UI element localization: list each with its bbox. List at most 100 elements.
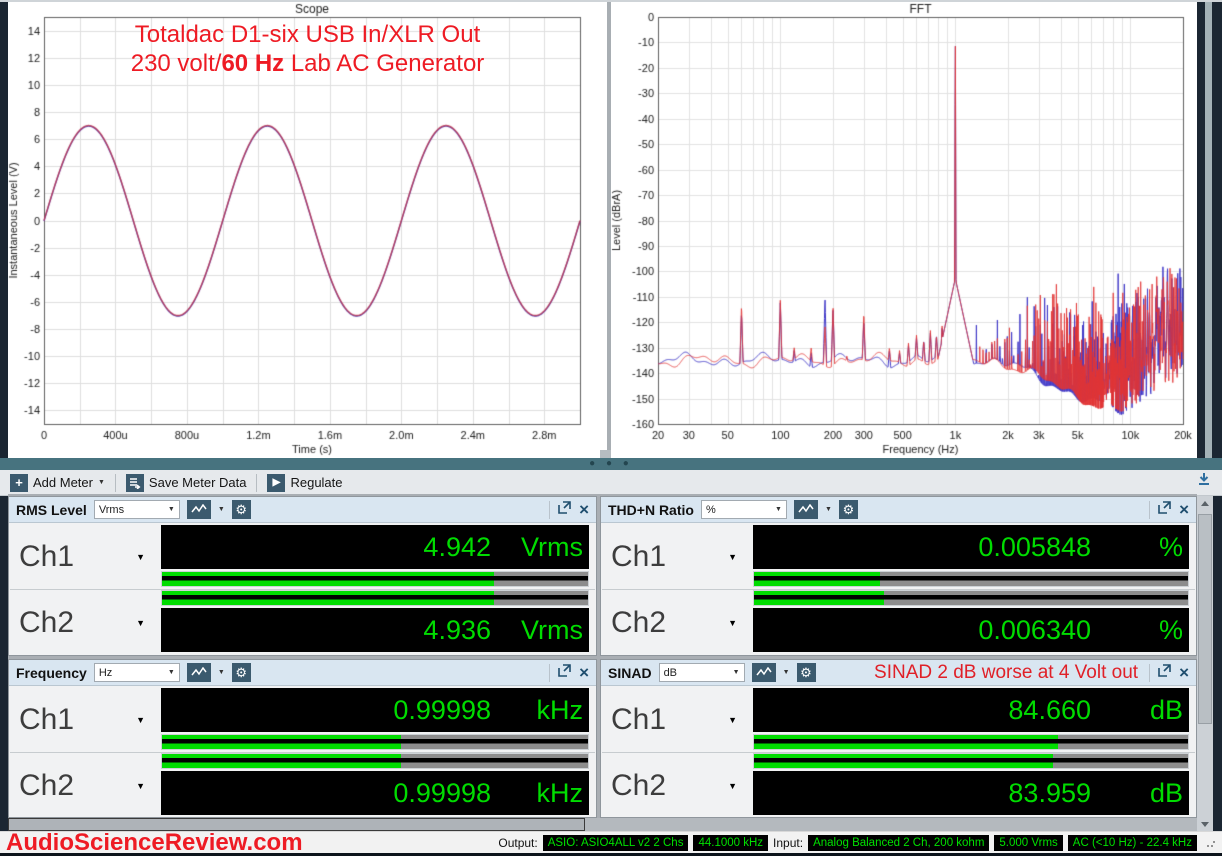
gear-icon[interactable]: ⚙ xyxy=(797,663,816,682)
meter-horizontal-scrollbar[interactable] xyxy=(8,818,1197,831)
popout-icon[interactable] xyxy=(557,663,572,683)
gear-icon[interactable]: ⚙ xyxy=(232,500,251,519)
meter-bar xyxy=(753,734,1189,750)
chart-view-button[interactable] xyxy=(752,663,776,682)
unit-dropdown[interactable]: Vrms▼ xyxy=(94,500,180,519)
dock-panel-icon[interactable] xyxy=(1197,472,1211,486)
play-icon: ▶ xyxy=(267,474,285,492)
chart-view-button[interactable] xyxy=(187,663,211,682)
unit-dropdown[interactable]: %▼ xyxy=(701,500,787,519)
meter-panel-sinad: SINAD dB▼ ▼ ⚙ SINAD 2 dB worse at 4 Volt… xyxy=(600,659,1197,818)
output-device-badge[interactable]: ASIO: ASIO4ALL v2 2 Chs xyxy=(543,835,689,851)
meter-readout: 84.660dB xyxy=(753,688,1189,732)
sample-rate-badge[interactable]: 44.1000 kHz xyxy=(693,835,768,851)
plus-icon: + xyxy=(10,474,28,492)
window-right-edge xyxy=(1205,2,1212,458)
splitter-grip-dots: ● ● ● xyxy=(0,458,1222,470)
meter-readout: 4.936Vrms xyxy=(161,608,589,652)
channel-row: Ch1▼ 0.005848% xyxy=(601,523,1196,589)
scope-plot-canvas xyxy=(8,2,607,458)
sinad-header: SINAD dB▼ ▼ ⚙ SINAD 2 dB worse at 4 Volt… xyxy=(601,660,1196,686)
panel-title: RMS Level xyxy=(16,502,87,518)
output-label: Output: xyxy=(498,836,537,850)
meter-panel-thdn-ratio: THD+N Ratio %▼ ▼ ⚙ × Ch1▼ 0.005848% Ch2▼… xyxy=(600,496,1197,656)
chevron-down-icon: ▼ xyxy=(136,781,145,791)
input-config-badge[interactable]: Analog Balanced 2 Ch, 200 kohm xyxy=(808,835,989,851)
meter-readout: 0.005848% xyxy=(753,525,1189,569)
panel-title: SINAD xyxy=(608,665,652,681)
fft-plot-canvas xyxy=(611,2,1197,458)
asr-brand-text: AudioScienceReview.com xyxy=(6,833,303,853)
meter-bar xyxy=(753,753,1189,769)
close-icon[interactable]: × xyxy=(579,664,589,681)
input-range-badge[interactable]: 5.000 Vrms xyxy=(994,835,1062,851)
scroll-down-arrow[interactable] xyxy=(1197,818,1213,831)
meter-bar xyxy=(753,571,1189,587)
channel-row: Ch2▼ 0.006340% xyxy=(601,590,1196,656)
channel-selector[interactable]: Ch2▼ xyxy=(601,753,753,819)
meter-bar xyxy=(753,590,1189,606)
close-icon[interactable]: × xyxy=(1179,664,1189,681)
save-meter-data-button[interactable]: Save Meter Data xyxy=(122,472,251,494)
chevron-down-icon: ▼ xyxy=(136,618,145,628)
chevron-down-icon: ▼ xyxy=(136,715,145,725)
chart-view-button[interactable] xyxy=(187,500,211,519)
resize-grip[interactable] xyxy=(1206,838,1216,848)
close-icon[interactable]: × xyxy=(1179,501,1189,518)
chevron-down-icon[interactable]: ▼ xyxy=(218,669,225,676)
status-bar: AudioScienceReview.com Output: ASIO: ASI… xyxy=(0,831,1222,853)
panel-title: Frequency xyxy=(16,665,87,681)
chevron-down-icon[interactable]: ▼ xyxy=(783,669,790,676)
toolbar-separator xyxy=(256,474,257,492)
chevron-down-icon[interactable]: ▼ xyxy=(825,506,832,513)
save-icon xyxy=(126,474,144,492)
meter-bar xyxy=(161,571,589,587)
close-icon[interactable]: × xyxy=(579,501,589,518)
channel-selector[interactable]: Ch1▼ xyxy=(9,525,161,589)
meter-readout: 0.99998kHz xyxy=(161,688,589,732)
chart-view-button[interactable] xyxy=(794,500,818,519)
unit-dropdown[interactable]: Hz▼ xyxy=(94,663,180,682)
apx500-window: Totaldac D1-six USB In/XLR Out 230 volt/… xyxy=(0,0,1222,856)
channel-row: Ch1▼ 84.660dB xyxy=(601,686,1196,752)
gear-icon[interactable]: ⚙ xyxy=(839,500,858,519)
chevron-down-icon: ▼ xyxy=(728,552,737,562)
sinad-annotation: SINAD 2 dB worse at 4 Volt out xyxy=(823,662,1143,684)
unit-dropdown[interactable]: dB▼ xyxy=(659,663,745,682)
thdn-header: THD+N Ratio %▼ ▼ ⚙ × xyxy=(601,497,1196,523)
channel-selector[interactable]: Ch1▼ xyxy=(9,688,161,752)
channel-row: Ch1▼ 0.99998kHz xyxy=(9,686,596,752)
input-filter-badge[interactable]: AC (<10 Hz) - 22.4 kHz xyxy=(1068,835,1197,851)
meter-readout: 0.006340% xyxy=(753,608,1189,652)
regulate-button[interactable]: ▶ Regulate xyxy=(263,472,346,494)
panel-splitter-horizontal[interactable]: ● ● ● xyxy=(0,458,1222,470)
meter-readout: 0.99998kHz xyxy=(161,771,589,815)
channel-selector[interactable]: Ch1▼ xyxy=(601,525,753,589)
scroll-up-arrow[interactable] xyxy=(1197,496,1213,510)
meter-readout: 83.959dB xyxy=(753,771,1189,815)
chevron-down-icon: ▼ xyxy=(728,781,737,791)
panel-title: THD+N Ratio xyxy=(608,502,694,518)
popout-icon[interactable] xyxy=(557,500,572,520)
toolbar-separator xyxy=(115,474,116,492)
channel-row: Ch1▼ 4.942Vrms xyxy=(9,523,596,589)
input-label: Input: xyxy=(773,836,803,850)
channel-row: Ch2▼ 0.99998kHz xyxy=(9,753,596,819)
meter-bar xyxy=(161,753,589,769)
channel-selector[interactable]: Ch2▼ xyxy=(9,753,161,819)
channel-selector[interactable]: Ch2▼ xyxy=(601,590,753,656)
popout-icon[interactable] xyxy=(1157,663,1172,683)
popout-icon[interactable] xyxy=(1157,500,1172,520)
frequency-header: Frequency Hz▼ ▼ ⚙ × xyxy=(9,660,596,686)
rms-level-header: RMS Level Vrms▼ ▼ ⚙ × xyxy=(9,497,596,523)
meter-panel-rms-level: RMS Level Vrms▼ ▼ ⚙ × Ch1▼ 4.942Vrms Ch2… xyxy=(8,496,597,656)
add-meter-button[interactable]: + Add Meter ▼ xyxy=(6,472,109,494)
channel-selector[interactable]: Ch2▼ xyxy=(9,590,161,656)
channel-selector[interactable]: Ch1▼ xyxy=(601,688,753,752)
chevron-down-icon[interactable]: ▼ xyxy=(218,506,225,513)
horizontal-scroll-thumb[interactable] xyxy=(8,818,585,831)
gear-icon[interactable]: ⚙ xyxy=(232,663,251,682)
chevron-down-icon: ▼ xyxy=(136,552,145,562)
vertical-scroll-thumb[interactable] xyxy=(1198,514,1212,724)
meter-bar xyxy=(161,590,589,606)
